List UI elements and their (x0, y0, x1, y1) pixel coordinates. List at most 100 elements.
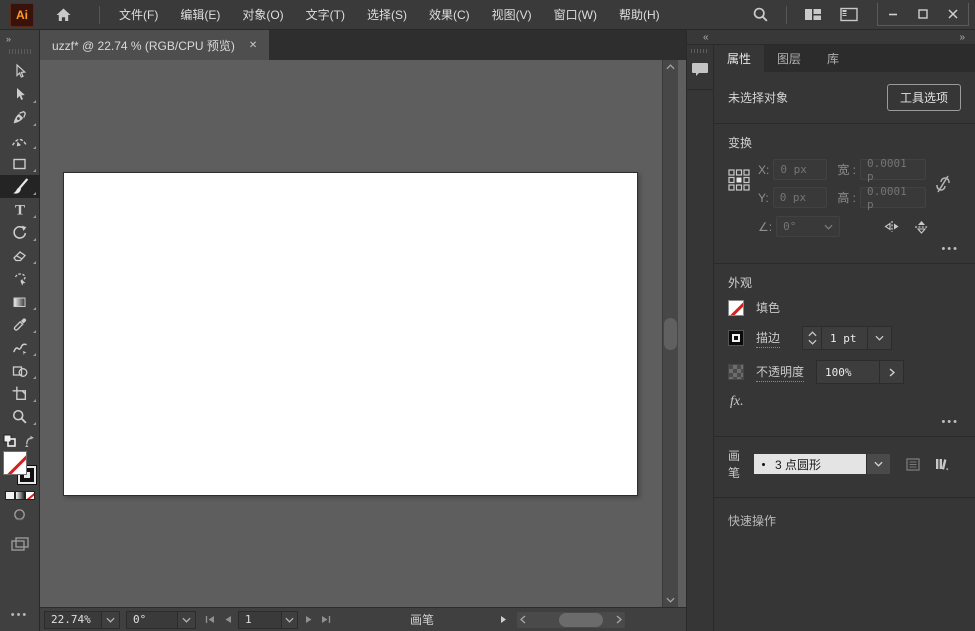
height-input[interactable]: 0.0001 p (860, 187, 926, 208)
maximize-button[interactable] (908, 3, 938, 25)
shape-builder-tool[interactable] (0, 359, 40, 382)
selection-tool[interactable] (0, 60, 40, 83)
zoom-level-field[interactable]: 22.74% (44, 611, 102, 629)
lasso-tool[interactable] (0, 267, 40, 290)
menu-item-effect[interactable]: 效果(C) (418, 0, 481, 30)
width-input[interactable]: 0.0001 p (860, 159, 926, 180)
stroke-label[interactable]: 描边 (756, 329, 780, 348)
swap-fill-stroke-icon[interactable] (24, 434, 37, 447)
opacity-options-icon[interactable] (880, 360, 904, 384)
vertical-scrollbar[interactable] (662, 60, 678, 607)
color-mode-gradient[interactable] (15, 491, 25, 500)
panel-tab-properties[interactable]: 属性 (714, 45, 764, 72)
rotate-tool[interactable] (0, 221, 40, 244)
eyedropper-tool[interactable] (0, 313, 40, 336)
panel-tab-layers[interactable]: 图层 (764, 45, 814, 72)
appearance-more-options-icon[interactable]: ••• (728, 412, 961, 428)
constrain-proportions-icon[interactable] (934, 173, 952, 195)
horizontal-scroll-thumb[interactable] (559, 613, 603, 627)
artboard-tool[interactable] (0, 382, 40, 405)
menu-item-file[interactable]: 文件(F) (108, 0, 169, 30)
rotation-select[interactable]: 0° (776, 216, 840, 237)
vertical-scroll-thumb[interactable] (664, 318, 677, 350)
brush-dropdown-icon[interactable] (866, 454, 890, 474)
previous-artboard-icon[interactable] (219, 611, 236, 629)
collapse-panels-right-icon[interactable]: » (959, 32, 965, 43)
type-tool[interactable]: T (0, 198, 40, 221)
shaper-tool[interactable] (0, 336, 40, 359)
toolbar-expand-icon[interactable]: » (0, 34, 10, 44)
next-artboard-icon[interactable] (300, 611, 317, 629)
drawing-modes-icon[interactable] (12, 508, 27, 523)
close-button[interactable] (938, 3, 968, 25)
tab-close-icon[interactable]: ✕ (249, 40, 257, 51)
flip-horizontal-icon[interactable] (884, 220, 900, 233)
first-artboard-icon[interactable] (202, 611, 219, 629)
workspace-switcher-icon[interactable] (831, 7, 867, 22)
arrange-documents-icon[interactable] (795, 7, 831, 22)
menu-item-help[interactable]: 帮助(H) (608, 0, 671, 30)
last-artboard-icon[interactable] (317, 611, 334, 629)
brush-libraries-icon[interactable] (934, 457, 949, 471)
scroll-left-icon[interactable] (520, 615, 526, 624)
brush-select[interactable]: 3 点圆形 (754, 454, 890, 474)
menu-item-edit[interactable]: 编辑(E) (169, 0, 231, 30)
toolbar-grip[interactable] (9, 49, 31, 54)
fill-color-swatch[interactable] (728, 300, 744, 316)
menu-item-select[interactable]: 选择(S) (356, 0, 418, 30)
toolbar-more-icon[interactable]: ••• (11, 609, 29, 621)
canvas-area[interactable] (40, 60, 686, 607)
y-input[interactable]: 0 px (773, 187, 827, 208)
color-mode-none[interactable] (25, 491, 35, 500)
opacity-swatch[interactable] (728, 364, 744, 380)
transform-more-options-icon[interactable]: ••• (728, 239, 961, 255)
horizontal-scrollbar[interactable] (517, 612, 625, 628)
panel-grip[interactable] (691, 49, 709, 53)
flip-vertical-icon[interactable] (914, 220, 929, 234)
menu-item-view[interactable]: 视图(V) (481, 0, 543, 30)
menu-item-object[interactable]: 对象(O) (231, 0, 294, 30)
fill-color-well-none[interactable] (3, 451, 27, 475)
home-icon[interactable] (46, 7, 81, 23)
stroke-weight-field[interactable]: 1 pt (822, 326, 868, 350)
comments-icon[interactable] (691, 61, 709, 77)
scroll-up-icon[interactable] (666, 60, 675, 74)
paintbrush-tool[interactable] (0, 175, 40, 198)
zoom-tool[interactable] (0, 405, 40, 428)
document-tab[interactable]: uzzf* @ 22.74 % (RGB/CPU 预览) ✕ (40, 30, 269, 60)
effects-button[interactable]: fx. (730, 394, 961, 410)
minimize-button[interactable] (878, 3, 908, 25)
brush-options-icon[interactable] (906, 458, 920, 471)
rectangle-tool[interactable] (0, 152, 40, 175)
stroke-weight-dropdown-icon[interactable] (868, 326, 892, 350)
rotation-field[interactable]: 0° (126, 611, 178, 629)
scroll-right-icon[interactable] (616, 615, 622, 624)
artboard-number-field[interactable]: 1 (238, 611, 282, 629)
curvature-tool[interactable] (0, 129, 40, 152)
menu-item-window[interactable]: 窗口(W) (543, 0, 608, 30)
screen-mode-icon[interactable] (11, 537, 29, 551)
collapse-panels-left-icon[interactable]: « (703, 32, 709, 43)
color-mode-color[interactable] (5, 491, 15, 500)
artboard-dropdown-icon[interactable] (282, 611, 298, 629)
stroke-weight-stepper[interactable] (802, 326, 822, 350)
search-icon[interactable] (743, 6, 778, 23)
artboard[interactable] (63, 172, 638, 496)
default-fill-stroke-icon[interactable] (3, 434, 16, 447)
status-flyout-icon[interactable] (500, 615, 507, 624)
gradient-tool[interactable] (0, 290, 40, 313)
menu-item-type[interactable]: 文字(T) (295, 0, 356, 30)
x-input[interactable]: 0 px (773, 159, 827, 180)
illustrator-logo-icon[interactable]: Ai (10, 3, 34, 27)
eraser-tool[interactable] (0, 244, 40, 267)
tool-options-button[interactable]: 工具选项 (887, 84, 961, 111)
reference-point-locator-icon[interactable] (728, 169, 750, 191)
scroll-down-icon[interactable] (666, 593, 675, 607)
opacity-field[interactable]: 100% (816, 360, 880, 384)
rotation-dropdown-icon[interactable] (178, 611, 196, 629)
stroke-color-swatch[interactable] (728, 330, 744, 346)
opacity-label[interactable]: 不透明度 (756, 363, 804, 382)
zoom-dropdown-icon[interactable] (102, 611, 120, 629)
pen-tool[interactable] (0, 106, 40, 129)
direct-selection-tool[interactable] (0, 83, 40, 106)
